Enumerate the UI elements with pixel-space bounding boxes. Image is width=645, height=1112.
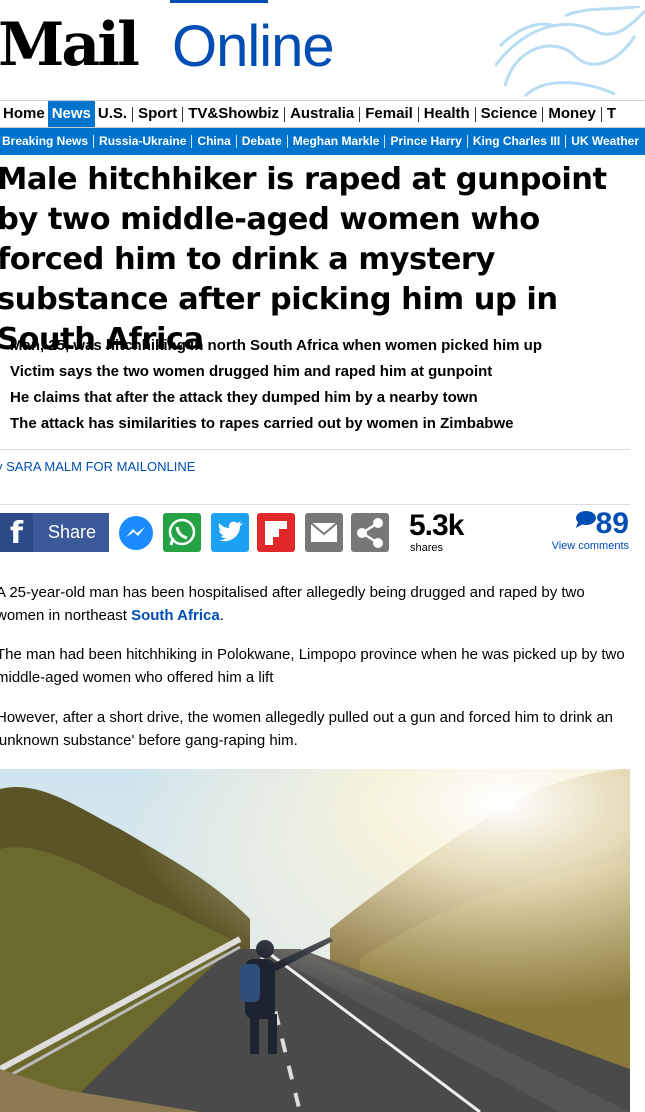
comment-count[interactable]: 89 — [574, 507, 629, 541]
nav-item-home[interactable]: Home — [0, 101, 48, 127]
nav-separator — [466, 135, 468, 149]
nav-item-t[interactable]: T — [604, 101, 619, 127]
nav-item-money[interactable]: Money — [545, 101, 599, 127]
summary-bullet: Victim says the two women drugged him an… — [10, 363, 493, 380]
facebook-share-button[interactable]: f Share — [0, 513, 109, 552]
nav-separator — [182, 106, 184, 122]
nav-item-sport[interactable]: Sport — [135, 101, 180, 127]
paragraph-text: A 25-year-old man has been hospitalised … — [0, 584, 585, 624]
top-strip-accent — [170, 0, 268, 3]
logo-online[interactable]: Online — [172, 14, 335, 80]
subnav-item-china[interactable]: China — [195, 128, 232, 155]
subnav-item-meghan-markle[interactable]: Meghan Markle — [291, 128, 382, 155]
share-bar: f Share 5.3k shares 89 View comments — [0, 507, 645, 554]
south-africa-link[interactable]: South Africa — [131, 607, 220, 624]
logo-mail[interactable]: Mail — [0, 10, 140, 80]
subnav-item-uk-weather[interactable]: UK Weather — [569, 128, 641, 155]
nav-item-tv-showbiz[interactable]: TV&Showbiz — [185, 101, 282, 127]
view-comments-link[interactable]: View comments — [552, 540, 629, 552]
nav-item-health[interactable]: Health — [421, 101, 473, 127]
facebook-icon: f — [0, 513, 33, 552]
nav-separator — [359, 106, 361, 122]
divider — [0, 504, 630, 505]
primary-nav: Home News U.S. Sport TV&Showbiz Australia Fema… — [0, 100, 645, 128]
nav-item-australia[interactable]: Australia — [287, 101, 357, 127]
facebook-share-label: Share — [48, 522, 97, 542]
nav-separator — [384, 135, 386, 149]
article-headline: Male hitchhiker is raped at gunpoint by … — [0, 162, 607, 357]
byline-prefix: y — [0, 459, 3, 474]
nav-separator — [474, 106, 476, 122]
nav-item-science[interactable]: Science — [478, 101, 541, 127]
whatsapp-icon[interactable] — [163, 513, 201, 552]
subnav-item-debate[interactable]: Debate — [240, 128, 284, 155]
share-icon[interactable] — [351, 513, 389, 552]
share-count: 5.3k — [409, 509, 464, 542]
article-paragraph: The man had been hitchhiking in Polokwan… — [0, 646, 625, 686]
nav-separator — [600, 106, 602, 122]
comment-count-value: 89 — [595, 507, 629, 540]
article-photo-hitchhiker[interactable] — [0, 769, 630, 1112]
nav-item-news[interactable]: News — [47, 101, 95, 127]
author-link[interactable]: SARA MALM FOR MAILONLINE — [6, 459, 195, 474]
comment-bubble-icon — [575, 511, 596, 528]
nav-item-u-s-[interactable]: U.S. — [95, 101, 130, 127]
article-summary-bullets: Man, 25, was hitchhiking in north South … — [10, 335, 542, 439]
subnav-item-russia-ukraine[interactable]: Russia-Ukraine — [97, 128, 188, 155]
subnav-item-king-charles-iii[interactable]: King Charles III — [471, 128, 562, 155]
nav-item-femail[interactable]: Femail — [362, 101, 416, 127]
nav-separator — [565, 135, 567, 149]
byline: y SARA MALM FOR MAILONLINE — [0, 459, 195, 474]
flipboard-icon[interactable] — [257, 513, 295, 552]
article-paragraph: A 25-year-old man has been hospitalised … — [0, 581, 636, 627]
article-paragraph: However, after a short drive, the women … — [0, 709, 614, 749]
email-icon[interactable] — [305, 513, 343, 552]
nav-separator — [235, 135, 237, 149]
twitter-icon[interactable] — [211, 513, 249, 552]
subnav-item-breaking-news[interactable]: Breaking News — [0, 128, 90, 155]
subnav-item-prince-harry[interactable]: Prince Harry — [388, 128, 463, 155]
messenger-icon[interactable] — [117, 513, 155, 552]
secondary-nav: Breaking News Russia-Ukraine China Debate Me… — [0, 128, 645, 155]
nav-separator — [542, 106, 544, 122]
nav-separator — [191, 135, 193, 149]
divider — [0, 449, 630, 450]
summary-bullet: The attack has similarities to rapes car… — [10, 415, 514, 432]
masthead: Mail Online — [0, 6, 645, 98]
masthead-decoration — [495, 6, 645, 98]
nav-separator — [286, 135, 288, 149]
nav-separator — [284, 106, 286, 122]
summary-bullet: He claims that after the attack they dum… — [10, 389, 478, 406]
nav-separator — [417, 106, 419, 122]
summary-bullet: Man, 25, was hitchhiking in north South … — [10, 337, 542, 354]
nav-separator — [93, 135, 95, 149]
nav-separator — [132, 106, 134, 122]
share-count-label: shares — [410, 542, 444, 554]
paragraph-text: . — [219, 607, 224, 624]
